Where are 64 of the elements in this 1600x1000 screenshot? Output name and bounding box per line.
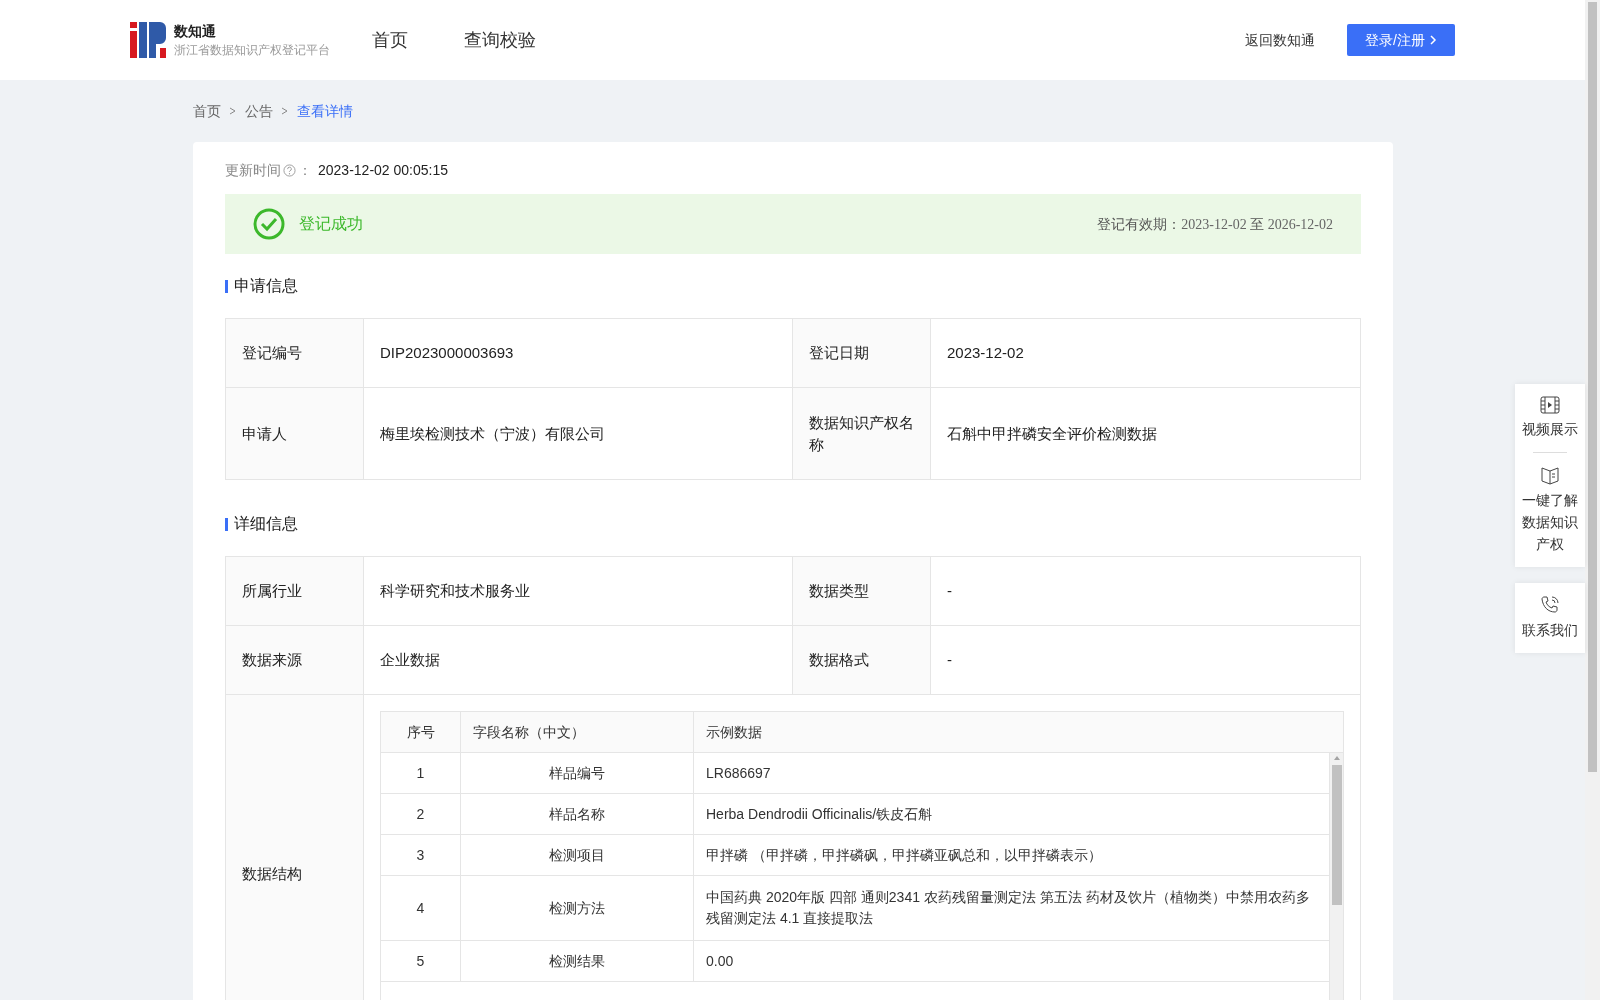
breadcrumb-link[interactable]: 公告 bbox=[245, 100, 273, 122]
logo-subtitle: 浙江省数据知识产权登记平台 bbox=[174, 42, 330, 59]
field-value: - bbox=[931, 626, 1361, 695]
field-label: 申请人 bbox=[226, 388, 364, 480]
section-marker bbox=[225, 279, 228, 293]
table-cell: 5 bbox=[381, 941, 461, 982]
column-header: 字段名称（中文） bbox=[461, 712, 694, 753]
table-cell: 检测项目 bbox=[461, 835, 694, 876]
field-label: 数据知识产权名称 bbox=[793, 388, 931, 480]
field-label: 所属行业 bbox=[226, 557, 364, 626]
table-cell: 中国药典 2020年版 四部 通则2341 农药残留量测定法 第五法 药材及饮片（植物类）中禁用农药多残留测定法 4.1 直接提取法 bbox=[694, 876, 1330, 941]
field-label: 数据格式 bbox=[793, 626, 931, 695]
breadcrumb-link[interactable]: 首页 bbox=[193, 100, 221, 122]
nav-link[interactable]: 查询校验 bbox=[464, 26, 536, 54]
update-time-value: 2023-12-02 00:05:15 bbox=[318, 160, 448, 180]
table-cell: 检测方法 bbox=[461, 876, 694, 941]
field-label: 数据类型 bbox=[793, 557, 931, 626]
table-cell: 0.00 bbox=[694, 941, 1330, 982]
field-value: 2023-12-02 bbox=[931, 319, 1361, 388]
field-label: 数据来源 bbox=[226, 626, 364, 695]
table-cell: 3 bbox=[381, 835, 461, 876]
side-panel-link[interactable]: 视频展示 bbox=[1522, 418, 1578, 440]
logo-icon bbox=[130, 22, 166, 58]
table-cell: LR686697 bbox=[694, 753, 1330, 794]
column-header: 示例数据 bbox=[694, 712, 1344, 753]
scrollbar-thumb[interactable] bbox=[1331, 765, 1342, 905]
table-cell: 检测结果 bbox=[461, 941, 694, 982]
side-panel-link[interactable]: 一键了解数据知识产权 bbox=[1520, 489, 1580, 555]
check-circle-icon bbox=[253, 208, 285, 240]
separator-icon bbox=[281, 106, 289, 116]
back-link[interactable]: 返回数知通 bbox=[1245, 29, 1315, 51]
side-panel-link[interactable]: 联系我们 bbox=[1522, 619, 1578, 641]
book-icon bbox=[1540, 465, 1560, 485]
field-value: 石斛中甲拌磷安全评价检测数据 bbox=[931, 388, 1361, 480]
field-label: 数据结构 bbox=[226, 695, 364, 1000]
logo-title: 数知通 bbox=[174, 22, 217, 41]
table-cell: Herba Dendrodii Officinalis/铁皮石斛 bbox=[694, 794, 1330, 835]
column-header: 序号 bbox=[381, 712, 461, 753]
field-label: 更新时间 bbox=[225, 160, 281, 180]
film-icon bbox=[1540, 396, 1560, 414]
field-value: - bbox=[931, 557, 1361, 626]
table-cell: 2 bbox=[381, 794, 461, 835]
breadcrumb-link[interactable]: 查看详情 bbox=[297, 100, 353, 122]
field-label: 登记日期 bbox=[793, 319, 931, 388]
table-cell: 样品编号 bbox=[461, 753, 694, 794]
section-title: 详细信息 bbox=[234, 514, 298, 534]
table-cell: 样品名称 bbox=[461, 794, 694, 835]
separator-icon bbox=[229, 106, 237, 116]
nav-link[interactable]: 首页 bbox=[372, 26, 408, 54]
table-cell: 1 bbox=[381, 753, 461, 794]
field-label: 登记编号 bbox=[226, 319, 364, 388]
scrollbar-thumb[interactable] bbox=[1588, 2, 1597, 772]
section-title: 申请信息 bbox=[234, 276, 298, 296]
login-button[interactable]: 登录/注册 bbox=[1347, 24, 1455, 56]
status-text: 登记成功 bbox=[299, 214, 363, 234]
inner-scrollbar[interactable] bbox=[1330, 753, 1344, 1000]
table-cell: 4 bbox=[381, 876, 461, 941]
chevron-icon bbox=[1428, 34, 1437, 46]
table-cell: 甲拌磷 （甲拌磷，甲拌磷砜，甲拌磷亚砜总和，以甲拌磷表示） bbox=[694, 835, 1330, 876]
colon-text: ： bbox=[298, 160, 312, 180]
help-icon[interactable] bbox=[283, 163, 296, 177]
validity-text: 登记有效期：2023-12-02 至 2026-12-02 bbox=[1097, 214, 1333, 234]
section-marker bbox=[225, 517, 228, 531]
phone-icon bbox=[1540, 595, 1560, 615]
